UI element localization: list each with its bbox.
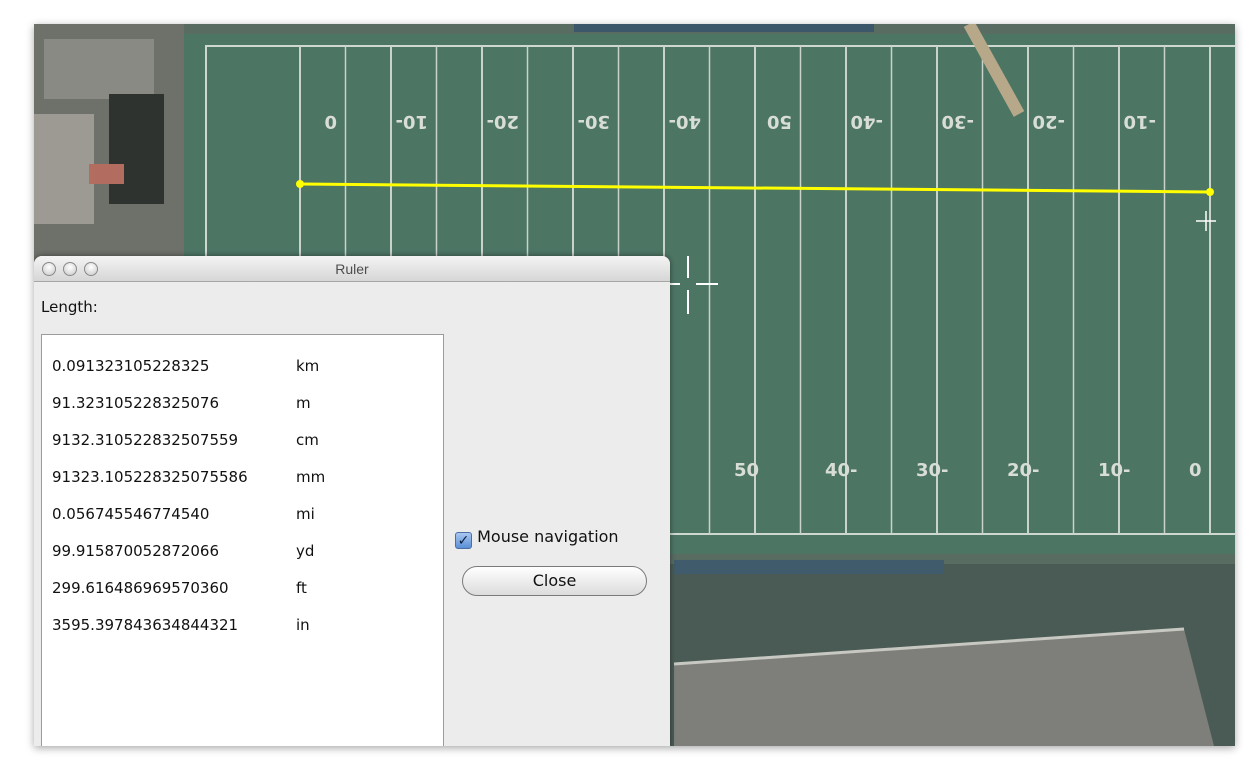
yard-number: 0 bbox=[1189, 460, 1202, 481]
yard-number: 40- bbox=[825, 460, 858, 481]
yard-number: 20- bbox=[1007, 460, 1040, 481]
building-block bbox=[44, 39, 154, 99]
measurement-end-point[interactable] bbox=[1206, 188, 1214, 196]
yard-number: 30- bbox=[577, 111, 610, 132]
yard-number: 30- bbox=[916, 460, 949, 481]
close-button[interactable]: Close bbox=[462, 566, 647, 596]
yard-number: -30 bbox=[941, 111, 974, 132]
yard-number: 10- bbox=[395, 111, 428, 132]
measurement-list[interactable]: 0.091323105228325 km 91.323105228325076 m … bbox=[41, 334, 444, 746]
measurement-start-point[interactable] bbox=[296, 180, 304, 188]
yard-number: -10 bbox=[1123, 111, 1156, 132]
blue-strip bbox=[674, 560, 944, 574]
yard-number: 50 bbox=[734, 460, 759, 481]
mouse-navigation-label: Mouse navigation bbox=[477, 527, 619, 546]
yard-number: 10- bbox=[1098, 460, 1131, 481]
mouse-navigation-checkbox[interactable]: ✓ Mouse navigation bbox=[455, 527, 619, 549]
yard-number: 0 bbox=[1234, 111, 1235, 132]
window-titlebar[interactable]: Ruler bbox=[34, 256, 670, 282]
yard-number: 40- bbox=[668, 111, 701, 132]
length-label: Length: bbox=[41, 298, 98, 316]
red-roof bbox=[89, 164, 124, 184]
ruler-window[interactable]: Ruler Length: 0.091323105228325 km 91.323… bbox=[34, 256, 670, 746]
yard-number: 0 bbox=[324, 111, 337, 132]
building-block bbox=[109, 94, 164, 204]
checkmark-icon[interactable]: ✓ bbox=[455, 532, 472, 549]
map-view[interactable]: 0 10- 20- 30- 40- 50 -40 -30 -20 -10 0 50 40- 30- 20-… bbox=[34, 24, 1235, 746]
window-title: Ruler bbox=[335, 261, 369, 277]
yard-number: -40 bbox=[850, 111, 883, 132]
top-strip bbox=[574, 24, 874, 32]
yard-number: 50 bbox=[767, 111, 792, 132]
building-block bbox=[34, 114, 94, 224]
yard-number: -20 bbox=[1032, 111, 1065, 132]
yard-number: 20- bbox=[486, 111, 519, 132]
